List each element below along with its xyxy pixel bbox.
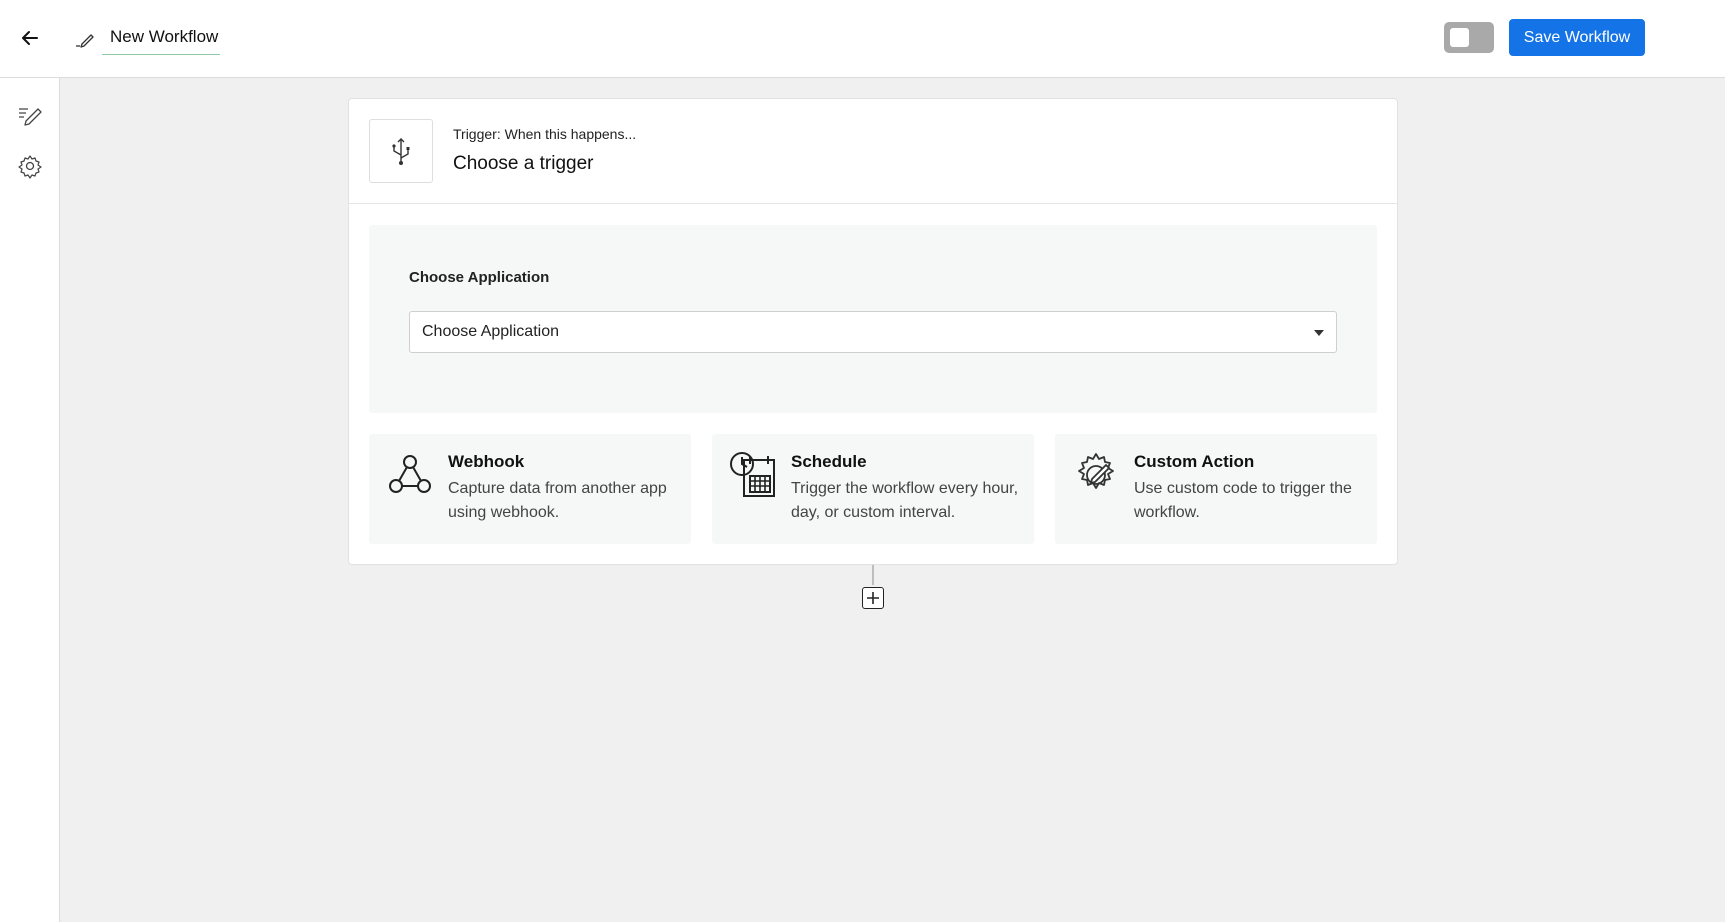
usb-icon [392,138,410,165]
save-workflow-button[interactable]: Save Workflow [1509,19,1645,56]
arrow-left-icon [22,31,38,45]
sidebar [0,78,60,922]
sidebar-item-settings[interactable] [16,152,44,180]
trigger-title: Choose a trigger [453,153,594,174]
top-bar: New Workflow Save Workflow [0,0,1725,78]
pencil-icon [72,26,98,52]
choose-application-label: Choose Application [409,269,550,286]
choose-application-select[interactable]: Choose Application [409,311,1337,353]
trigger-header: Trigger: When this happens... Choose a t… [349,99,1397,204]
chevron-down-icon [1314,330,1324,336]
workflow-title-wrap: New Workflow [72,22,221,56]
schedule-icon [728,450,778,500]
option-title: Schedule [791,452,867,471]
gear-icon [18,155,42,179]
choose-application-value: Choose Application [422,323,559,340]
option-description: Trigger the workflow every hour, day, or… [791,480,1019,521]
custom-action-icon [1071,450,1121,500]
option-title: Custom Action [1134,452,1255,471]
option-custom-action[interactable]: Custom Action Use custom code to trigger… [1055,434,1377,544]
option-schedule[interactable]: Schedule Trigger the workflow every hour… [712,434,1034,544]
option-webhook[interactable]: Webhook Capture data from another app us… [369,434,691,544]
edit-icon [19,108,42,126]
trigger-card: Trigger: When this happens... Choose a t… [348,98,1398,565]
option-title: Webhook [448,452,525,471]
step-connector-line [872,565,874,585]
option-description: Use custom code to trigger the workflow. [1134,480,1352,521]
toggle-knob [1450,28,1469,47]
trigger-subtitle: Trigger: When this happens... [453,126,637,142]
workflow-active-toggle[interactable] [1444,22,1494,53]
trigger-icon-box [369,119,433,183]
back-button[interactable] [14,22,46,54]
webhook-icon [385,450,435,500]
add-step-button[interactable] [862,587,884,609]
workflow-name-input[interactable]: New Workflow [102,23,221,55]
choose-application-panel: Choose Application Choose Application [369,225,1377,413]
sidebar-item-editor[interactable] [16,102,44,130]
option-description: Capture data from another app using webh… [448,480,667,521]
plus-icon [867,592,879,604]
